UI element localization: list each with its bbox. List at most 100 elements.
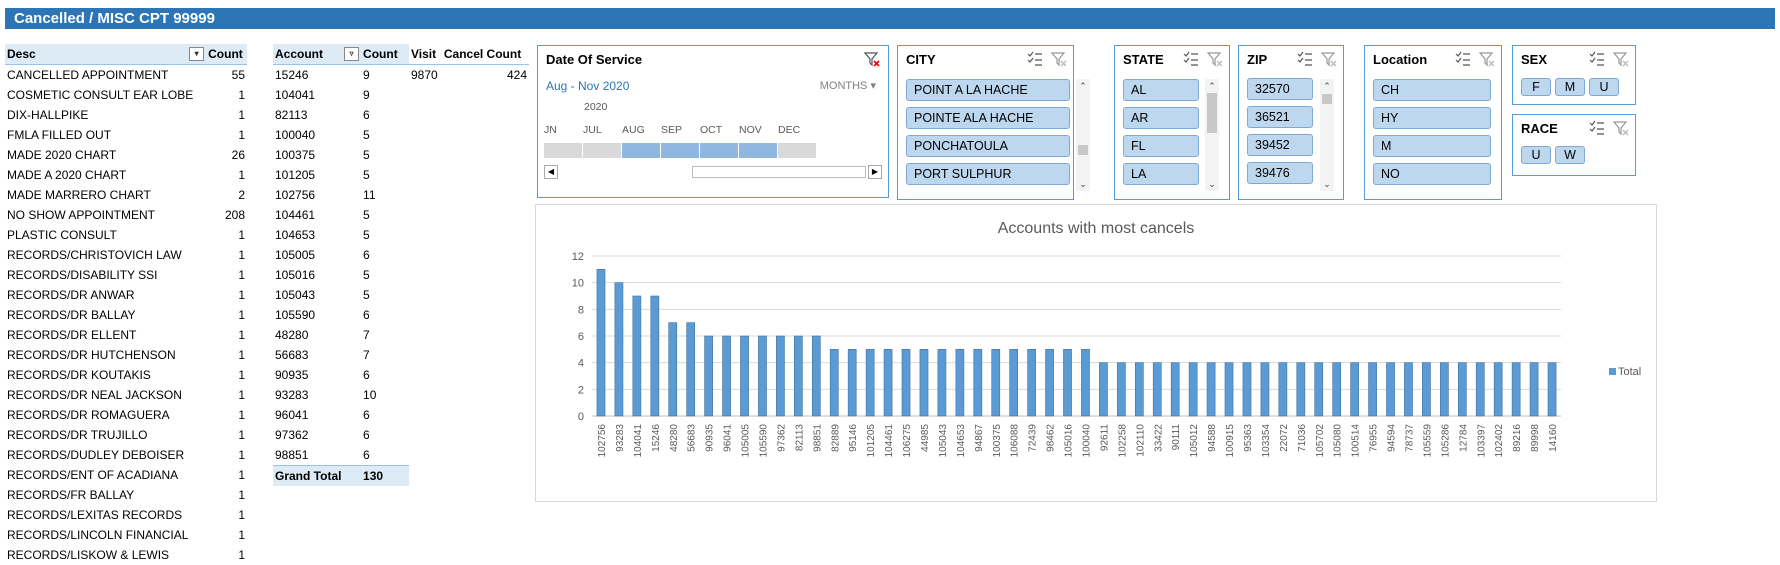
multi-select-icon[interactable]: [1589, 120, 1605, 136]
city-slicer-item[interactable]: PONCHATOULA: [906, 135, 1070, 157]
table-row[interactable]: 105016 5: [273, 265, 409, 285]
city-slicer-item[interactable]: POINT A LA HACHE: [906, 79, 1070, 101]
chart-bar[interactable]: [1457, 362, 1467, 417]
table-row[interactable]: PLASTIC CONSULT 1: [5, 225, 247, 245]
chart-bar[interactable]: [1224, 362, 1234, 417]
race-slicer[interactable]: RACE UW: [1512, 114, 1636, 176]
city-slicer-item[interactable]: PORT SULPHUR: [906, 163, 1070, 185]
clear-filter-icon[interactable]: [1479, 51, 1495, 67]
chart-bar[interactable]: [883, 349, 893, 417]
table-row[interactable]: RECORDS/DR BALLAY 1: [5, 305, 247, 325]
chart-bar[interactable]: [1493, 362, 1503, 417]
table-row[interactable]: RECORDS/ENT OF ACADIANA 1: [5, 465, 247, 485]
multi-select-icon[interactable]: [1027, 51, 1043, 67]
location-slicer-item[interactable]: CH: [1373, 79, 1491, 101]
timeline-month-bar[interactable]: [778, 143, 816, 158]
table-row[interactable]: 105043 5: [273, 285, 409, 305]
chevron-down-icon[interactable]: ⌄: [1076, 177, 1090, 191]
chart-bar[interactable]: [1027, 349, 1036, 417]
location-slicer-item[interactable]: HY: [1373, 107, 1491, 129]
chart-bar[interactable]: [937, 349, 947, 417]
table-row[interactable]: FMLA FILLED OUT 1: [5, 125, 247, 145]
chart-bar[interactable]: [1422, 362, 1431, 417]
chart-bar[interactable]: [1332, 362, 1342, 417]
timeline-scrollbar[interactable]: ◀ ▶: [544, 165, 882, 179]
chart-bar[interactable]: [1260, 362, 1270, 417]
table-row[interactable]: 82113 6: [273, 105, 409, 125]
chart-bar[interactable]: [704, 335, 713, 417]
chart-bar[interactable]: [632, 295, 642, 417]
chart-bar[interactable]: [1547, 362, 1557, 417]
state-slicer-item[interactable]: FL: [1123, 135, 1199, 157]
table-row[interactable]: 101205 5: [273, 165, 409, 185]
chart-bar[interactable]: [1063, 349, 1072, 417]
chart-bar[interactable]: [811, 335, 821, 417]
chart-bar[interactable]: [1475, 362, 1485, 417]
sort-filter-icon[interactable]: ▾: [189, 47, 205, 61]
table-row[interactable]: 96041 6: [273, 405, 409, 425]
chart-bar[interactable]: [1009, 349, 1019, 417]
chart-bar[interactable]: [1314, 362, 1324, 417]
chart-bar[interactable]: [650, 295, 660, 417]
chevron-up-icon[interactable]: ⌃: [1076, 79, 1090, 93]
multi-select-icon[interactable]: [1297, 51, 1313, 67]
scroll-left-icon[interactable]: ◀: [544, 165, 558, 179]
filter-icon[interactable]: ▿: [344, 47, 360, 61]
table-row[interactable]: 90935 6: [273, 365, 409, 385]
clear-filter-icon[interactable]: [1321, 51, 1337, 67]
chart-bar[interactable]: [758, 335, 767, 417]
chevron-up-icon[interactable]: ⌃: [1320, 79, 1334, 93]
timeline-month-bar[interactable]: [739, 143, 777, 158]
sex-slicer-item[interactable]: U: [1589, 78, 1619, 96]
zip-slicer-item[interactable]: 32570: [1247, 78, 1313, 100]
state-slicer-item[interactable]: AR: [1123, 107, 1199, 129]
chevron-up-icon[interactable]: ⌃: [1205, 79, 1219, 93]
race-slicer-item[interactable]: U: [1521, 146, 1551, 164]
city-slicer-item[interactable]: POINTE ALA HACHE: [906, 107, 1070, 129]
chart-bar[interactable]: [740, 335, 749, 417]
chart-bar[interactable]: [1296, 362, 1306, 417]
chart-bar[interactable]: [1152, 362, 1162, 417]
zip-slicer-item[interactable]: 39452: [1247, 134, 1313, 156]
chart-bar[interactable]: [1404, 362, 1413, 417]
table-row[interactable]: RECORDS/DISABILITY SSI 1: [5, 265, 247, 285]
table-row[interactable]: CANCELLED APPOINTMENT 55: [5, 65, 247, 86]
clear-filter-icon[interactable]: [1613, 120, 1629, 136]
race-slicer-item[interactable]: W: [1555, 146, 1585, 164]
clear-filter-icon[interactable]: [1051, 51, 1067, 67]
table-row[interactable]: RECORDS/LISKOW & LEWIS 1: [5, 545, 247, 565]
table-row[interactable]: 100375 5: [273, 145, 409, 165]
table-row[interactable]: NO SHOW APPOINTMENT 208: [5, 205, 247, 225]
multi-select-icon[interactable]: [1183, 51, 1199, 67]
chart-bar[interactable]: [614, 282, 624, 417]
zip-scrollbar[interactable]: ⌃ ⌄: [1320, 79, 1334, 191]
chart-bar[interactable]: [973, 349, 983, 417]
timeline-level-dropdown[interactable]: MONTHS ▾: [820, 79, 876, 92]
chart-bar[interactable]: [686, 322, 696, 417]
table-row[interactable]: 97362 6: [273, 425, 409, 445]
state-slicer-item[interactable]: AL: [1123, 79, 1199, 101]
date-of-service-timeline[interactable]: Date Of Service Aug - Nov 2020 MONTHS ▾ …: [537, 45, 889, 198]
table-row[interactable]: COSMETIC CONSULT EAR LOBE 1: [5, 85, 247, 105]
multi-select-icon[interactable]: [1589, 51, 1605, 67]
chart-bar[interactable]: [1188, 362, 1198, 417]
table-row[interactable]: MADE A 2020 CHART 1: [5, 165, 247, 185]
table-row[interactable]: 102756 11: [273, 185, 409, 205]
chart-bar[interactable]: [955, 349, 965, 417]
zip-slicer-item[interactable]: 39476: [1247, 162, 1313, 184]
table-row[interactable]: RECORDS/CHRISTOVICH LAW 1: [5, 245, 247, 265]
chart-bar[interactable]: [596, 269, 606, 417]
chart-bar[interactable]: [1511, 362, 1521, 417]
table-row[interactable]: RECORDS/LEXITAS RECORDS 1: [5, 505, 247, 525]
sex-slicer-item[interactable]: F: [1521, 78, 1551, 96]
sex-slicer[interactable]: SEX FMU: [1512, 45, 1636, 105]
timeline-month-bar[interactable]: [700, 143, 738, 158]
chart-bar[interactable]: [865, 349, 875, 417]
table-row[interactable]: RECORDS/DR ROMAGUERA 1: [5, 405, 247, 425]
table-row[interactable]: RECORDS/DUDLEY DEBOISER 1: [5, 445, 247, 465]
chart-bar[interactable]: [1117, 362, 1126, 417]
city-scrollbar[interactable]: ⌃ ⌄: [1076, 79, 1090, 191]
multi-select-icon[interactable]: [1455, 51, 1471, 67]
cancels-chart[interactable]: Accounts with most cancels 0 2 4 6 8 10 12 102…: [535, 204, 1657, 502]
chart-bar[interactable]: [1206, 362, 1216, 417]
